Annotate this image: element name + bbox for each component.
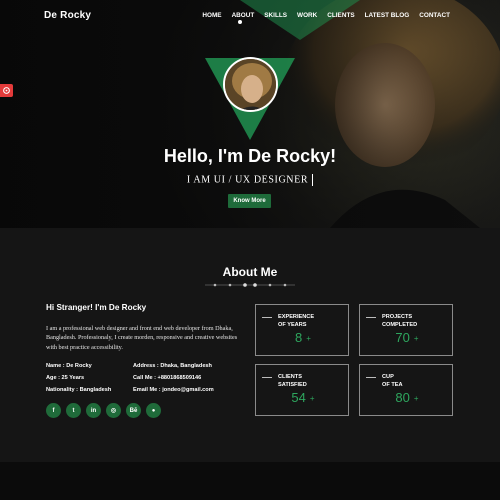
avatar xyxy=(223,57,278,112)
stat-value: 70 + xyxy=(395,330,419,345)
instagram-icon[interactable]: ◎ xyxy=(106,403,121,418)
stat-line xyxy=(366,317,376,318)
stat-value: 80 + xyxy=(395,390,419,405)
info-call: Call Me : +8801868509146 xyxy=(133,375,202,381)
info-address: Address : Dhaka, Bangladesh xyxy=(133,363,212,369)
stat-label: EXPERIENCE OF YEARS xyxy=(278,314,315,328)
info-email: Email Me : jondeo@gmail.com xyxy=(133,387,214,393)
stat-line xyxy=(366,377,376,378)
stat-label: CUP OF TEA xyxy=(382,374,403,388)
settings-gear-icon[interactable] xyxy=(0,84,13,97)
facebook-icon[interactable]: f xyxy=(46,403,61,418)
stat-label: CLIENTS SATISFIED xyxy=(278,374,307,388)
about-section: About Me Hi Stranger! I'm De Rocky I am … xyxy=(0,228,500,500)
stat-card-clients: CLIENTS SATISFIED 54 + xyxy=(255,364,349,416)
nav-latest-blog[interactable]: LATEST BLOG xyxy=(365,12,410,19)
info-name: Name : De Rocky xyxy=(46,363,92,369)
linkedin-icon[interactable]: in xyxy=(86,403,101,418)
info-nationality: Nationality : Bangladesh xyxy=(46,387,112,393)
stat-card-experience: EXPERIENCE OF YEARS 8 + xyxy=(255,304,349,356)
nav-work[interactable]: WORK xyxy=(297,12,317,19)
next-section xyxy=(0,462,500,500)
stat-card-projects: PROJECTS COMPLETED 70 + xyxy=(359,304,453,356)
nav-active-indicator xyxy=(238,20,242,24)
nav-skills[interactable]: SKILLS xyxy=(264,12,287,19)
main-nav: HOME ABOUT SKILLS WORK CLIENTS LATEST BL… xyxy=(202,12,450,19)
stat-value: 8 + xyxy=(295,330,311,345)
intro-heading: Hi Stranger! I'm De Rocky xyxy=(46,303,147,312)
section-divider xyxy=(205,283,295,287)
nav-contact[interactable]: CONTACT xyxy=(419,12,450,19)
hero-subtitle: I AM UI / UX DESIGNER xyxy=(0,174,500,186)
stat-line xyxy=(262,317,272,318)
behance-icon[interactable]: Bē xyxy=(126,403,141,418)
brand-logo[interactable]: De Rocky xyxy=(44,10,91,21)
stat-label: PROJECTS COMPLETED xyxy=(382,314,418,328)
typing-caret xyxy=(312,174,314,186)
stat-value: 54 + xyxy=(291,390,315,405)
github-icon[interactable]: ● xyxy=(146,403,161,418)
stat-card-tea: CUP OF TEA 80 + xyxy=(359,364,453,416)
about-title: About Me xyxy=(222,265,278,279)
info-age: Age : 25 Years xyxy=(46,375,85,381)
nav-home[interactable]: HOME xyxy=(202,12,221,19)
hero-section: De Rocky HOME ABOUT SKILLS WORK CLIENTS … xyxy=(0,0,500,228)
nav-about[interactable]: ABOUT xyxy=(232,12,255,19)
social-links: f t in ◎ Bē ● xyxy=(46,403,161,418)
know-more-button[interactable]: Know More xyxy=(228,194,271,208)
twitter-icon[interactable]: t xyxy=(66,403,81,418)
stat-line xyxy=(262,377,272,378)
hero-subtitle-text: I AM UI / UX DESIGNER xyxy=(186,174,309,186)
nav-clients[interactable]: CLIENTS xyxy=(327,12,354,19)
hero-accent-shape xyxy=(240,0,360,40)
hero-title: Hello, I'm De Rocky! xyxy=(163,146,337,166)
intro-text: I am a professional web designer and fro… xyxy=(46,325,238,351)
